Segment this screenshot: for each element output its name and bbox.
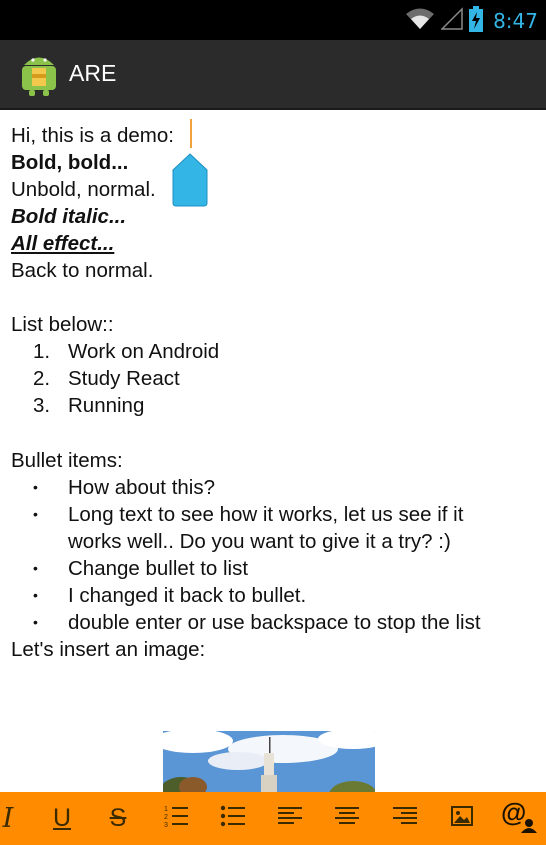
numbered-list-icon: 1 2 3 <box>163 804 189 833</box>
formatting-toolbar: I U S 1 2 3 @ <box>0 792 546 845</box>
selection-handle[interactable] <box>172 153 208 207</box>
svg-text:2: 2 <box>164 814 168 821</box>
svg-text:3: 3 <box>164 822 168 828</box>
inserted-image[interactable] <box>163 731 375 792</box>
editor-line[interactable]: Hi, this is a demo: <box>11 122 174 149</box>
insert-image-button[interactable] <box>440 792 484 845</box>
text-cursor <box>190 119 192 148</box>
strikethrough-button[interactable]: S <box>96 792 140 845</box>
bullet-list-item[interactable]: Long text to see how it works, let us se… <box>68 501 463 528</box>
align-left-button[interactable] <box>268 792 312 845</box>
bulleted-list-button[interactable] <box>211 792 255 845</box>
bullet-marker: • <box>33 506 38 522</box>
android-app-icon[interactable] <box>20 52 58 96</box>
strikethrough-icon: S <box>109 804 127 832</box>
svg-text:1: 1 <box>164 806 168 813</box>
status-bar: 8:47 <box>0 0 546 40</box>
editor-line-all-effects[interactable]: All effect... <box>11 230 114 257</box>
numbered-list-item[interactable]: Running <box>68 392 144 419</box>
status-time: 8:47 <box>493 9 538 33</box>
bullet-marker: • <box>33 479 38 495</box>
app-title: ARE <box>69 60 117 86</box>
editor-line[interactable]: Bullet items: <box>11 447 123 474</box>
bullet-marker: • <box>33 614 38 630</box>
editor-line-bold[interactable]: Bold, bold... <box>11 149 128 176</box>
action-bar: ARE <box>0 40 546 110</box>
align-left-icon <box>278 806 302 831</box>
list-number: 3. <box>33 394 51 417</box>
bullet-list-item[interactable]: How about this? <box>68 474 215 501</box>
align-right-button[interactable] <box>383 792 427 845</box>
editor-line[interactable]: Back to normal. <box>11 257 153 284</box>
mention-icon: @ <box>499 797 537 838</box>
status-icons: 8:47 <box>405 5 538 37</box>
underline-icon: U <box>52 804 72 832</box>
list-number: 2. <box>33 367 51 390</box>
numbered-list-item[interactable]: Work on Android <box>68 338 219 365</box>
bullet-list-item[interactable]: I changed it back to bullet. <box>68 582 306 609</box>
editor-line[interactable]: Unbold, normal. <box>11 176 156 203</box>
insert-image-icon <box>451 806 473 831</box>
rich-text-editor[interactable]: Hi, this is a demo: Bold, bold... Unbold… <box>0 110 546 792</box>
editor-line-bold-italic[interactable]: Bold italic... <box>11 203 126 230</box>
bullet-marker: • <box>33 587 38 603</box>
wifi-icon <box>405 7 435 36</box>
bullet-marker: • <box>33 560 38 576</box>
italic-icon: I <box>2 803 14 834</box>
align-center-button[interactable] <box>325 792 369 845</box>
numbered-list-item[interactable]: Study React <box>68 365 180 392</box>
battery-charging-icon <box>469 5 484 37</box>
underline-button[interactable]: U <box>40 792 84 845</box>
bulleted-list-icon <box>220 805 246 832</box>
bullet-list-item[interactable]: double enter or use backspace to stop th… <box>68 609 481 636</box>
editor-line[interactable]: List below:: <box>11 311 114 338</box>
numbered-list-button[interactable]: 1 2 3 <box>154 792 198 845</box>
mention-button[interactable]: @ <box>496 792 540 845</box>
bullet-list-item-continuation[interactable]: works well.. Do you want to give it a tr… <box>68 528 451 555</box>
align-right-icon <box>393 806 417 831</box>
list-number: 1. <box>33 340 51 363</box>
bullet-list-item[interactable]: Change bullet to list <box>68 555 248 582</box>
align-center-icon <box>335 806 359 831</box>
svg-text:@: @ <box>501 799 526 827</box>
editor-line[interactable]: Let's insert an image: <box>11 636 205 663</box>
italic-button[interactable]: I <box>0 792 30 845</box>
signal-icon <box>440 6 463 36</box>
